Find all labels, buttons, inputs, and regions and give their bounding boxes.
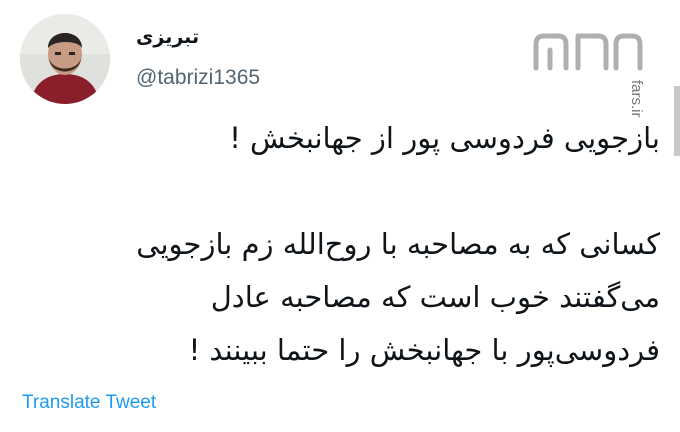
translate-tweet-link[interactable]: Translate Tweet: [22, 392, 156, 414]
tweet-text-line: می‌گفتند خوب است که مصاحبه عادل: [210, 280, 660, 314]
tweet-text-line: فردوسی‌پور با جهانبخش را حتما ببینند !: [188, 333, 660, 367]
fars-logo-icon: [533, 33, 643, 71]
display-name[interactable]: تبریزی: [136, 26, 199, 48]
user-handle[interactable]: @tabrizi1365: [136, 66, 260, 90]
tweet-text: بازجویی فردوسی پور از جهانبخش ! کسانی که…: [30, 112, 660, 377]
avatar-image: [20, 14, 110, 104]
avatar[interactable]: [20, 14, 110, 104]
tweet-card: تبریزی @tabrizi1365 بازجویی فردوسی پور ا…: [0, 0, 680, 432]
tweet-text-line: بازجویی فردوسی پور از جهانبخش !: [229, 121, 660, 155]
fars-logo-watermark: [528, 28, 648, 76]
tweet-text-line: کسانی که به مصاحبه با روح‌الله زم بازجوی…: [136, 227, 660, 261]
scrollbar-thumb[interactable]: [674, 86, 680, 156]
watermark-url: fars.ir: [628, 80, 645, 118]
